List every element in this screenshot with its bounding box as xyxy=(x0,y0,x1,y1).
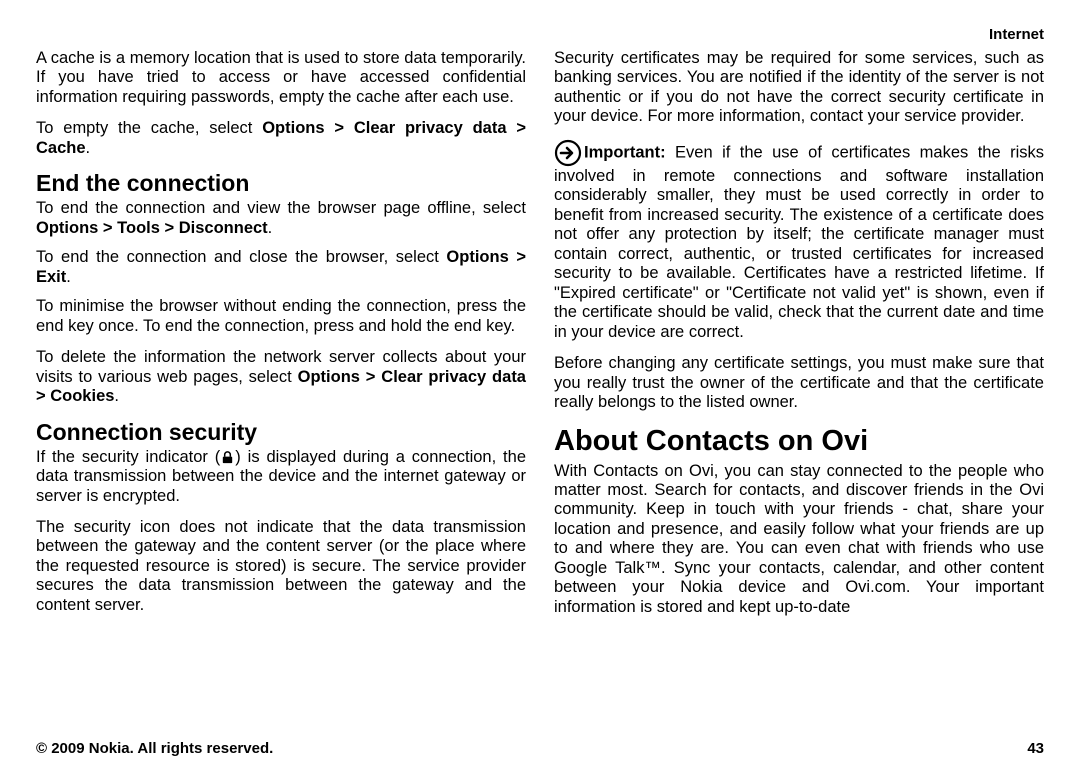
important-arrow-icon xyxy=(554,139,582,167)
sep: > xyxy=(507,119,526,137)
paragraph-ovi-intro: With Contacts on Ovi, you can stay conne… xyxy=(554,462,1044,618)
important-label: Important: xyxy=(584,143,666,161)
heading-connection-security: Connection security xyxy=(36,419,526,446)
page-number: 43 xyxy=(1027,740,1044,757)
paragraph-certificates-intro: Security certificates may be required fo… xyxy=(554,49,1044,127)
paragraph-empty-cache: To empty the cache, select Options > Cle… xyxy=(36,119,526,158)
text: . xyxy=(86,139,91,157)
page-footer: © 2009 Nokia. All rights reserved. 43 xyxy=(36,740,1044,757)
text: . xyxy=(268,219,273,237)
copyright-text: © 2009 Nokia. All rights reserved. xyxy=(36,740,273,757)
menu-options: Options xyxy=(262,119,324,137)
paragraph-disconnect: To end the connection and view the brows… xyxy=(36,199,526,238)
menu-tools: Tools xyxy=(117,219,160,237)
menu-disconnect: Disconnect xyxy=(179,219,268,237)
paragraph-important: Important: Even if the use of certificat… xyxy=(554,139,1044,342)
paragraph-minimise: To minimise the browser without ending t… xyxy=(36,297,526,336)
text: . xyxy=(66,268,71,286)
text: To end the connection and close the brow… xyxy=(36,248,446,266)
text: To end the connection and view the brows… xyxy=(36,199,526,217)
menu-clear-privacy: Clear privacy data xyxy=(381,368,526,386)
lock-icon xyxy=(220,450,235,465)
sep: > xyxy=(509,248,526,266)
sep: > xyxy=(36,387,50,405)
menu-options: Options xyxy=(446,248,508,266)
content-columns: A cache is a memory location that is use… xyxy=(36,49,1044,725)
sep: > xyxy=(360,368,381,386)
paragraph-security-indicator: If the security indicator () is displaye… xyxy=(36,448,526,506)
text: . xyxy=(114,387,119,405)
menu-cookies: Cookies xyxy=(50,387,114,405)
section-header: Internet xyxy=(36,26,1044,43)
text: If the security indicator ( xyxy=(36,448,220,466)
menu-clear-privacy: Clear privacy data xyxy=(354,119,507,137)
heading-about-contacts-ovi: About Contacts on Ovi xyxy=(554,425,1044,458)
menu-options: Options xyxy=(298,368,360,386)
paragraph-trust-owner: Before changing any certificate settings… xyxy=(554,354,1044,412)
menu-options: Options xyxy=(36,219,98,237)
menu-cache: Cache xyxy=(36,139,86,157)
important-text: Even if the use of certificates makes th… xyxy=(554,143,1044,340)
sep: > xyxy=(325,119,354,137)
menu-exit: Exit xyxy=(36,268,66,286)
sep: > xyxy=(160,219,179,237)
sep: > xyxy=(98,219,117,237)
paragraph-cache-intro: A cache is a memory location that is use… xyxy=(36,49,526,107)
text: To empty the cache, select xyxy=(36,119,262,137)
paragraph-cookies: To delete the information the network se… xyxy=(36,348,526,406)
right-column: Security certificates may be required fo… xyxy=(554,49,1044,725)
left-column: A cache is a memory location that is use… xyxy=(36,49,526,725)
heading-end-connection: End the connection xyxy=(36,170,526,197)
paragraph-security-note: The security icon does not indicate that… xyxy=(36,518,526,615)
paragraph-exit: To end the connection and close the brow… xyxy=(36,248,526,287)
